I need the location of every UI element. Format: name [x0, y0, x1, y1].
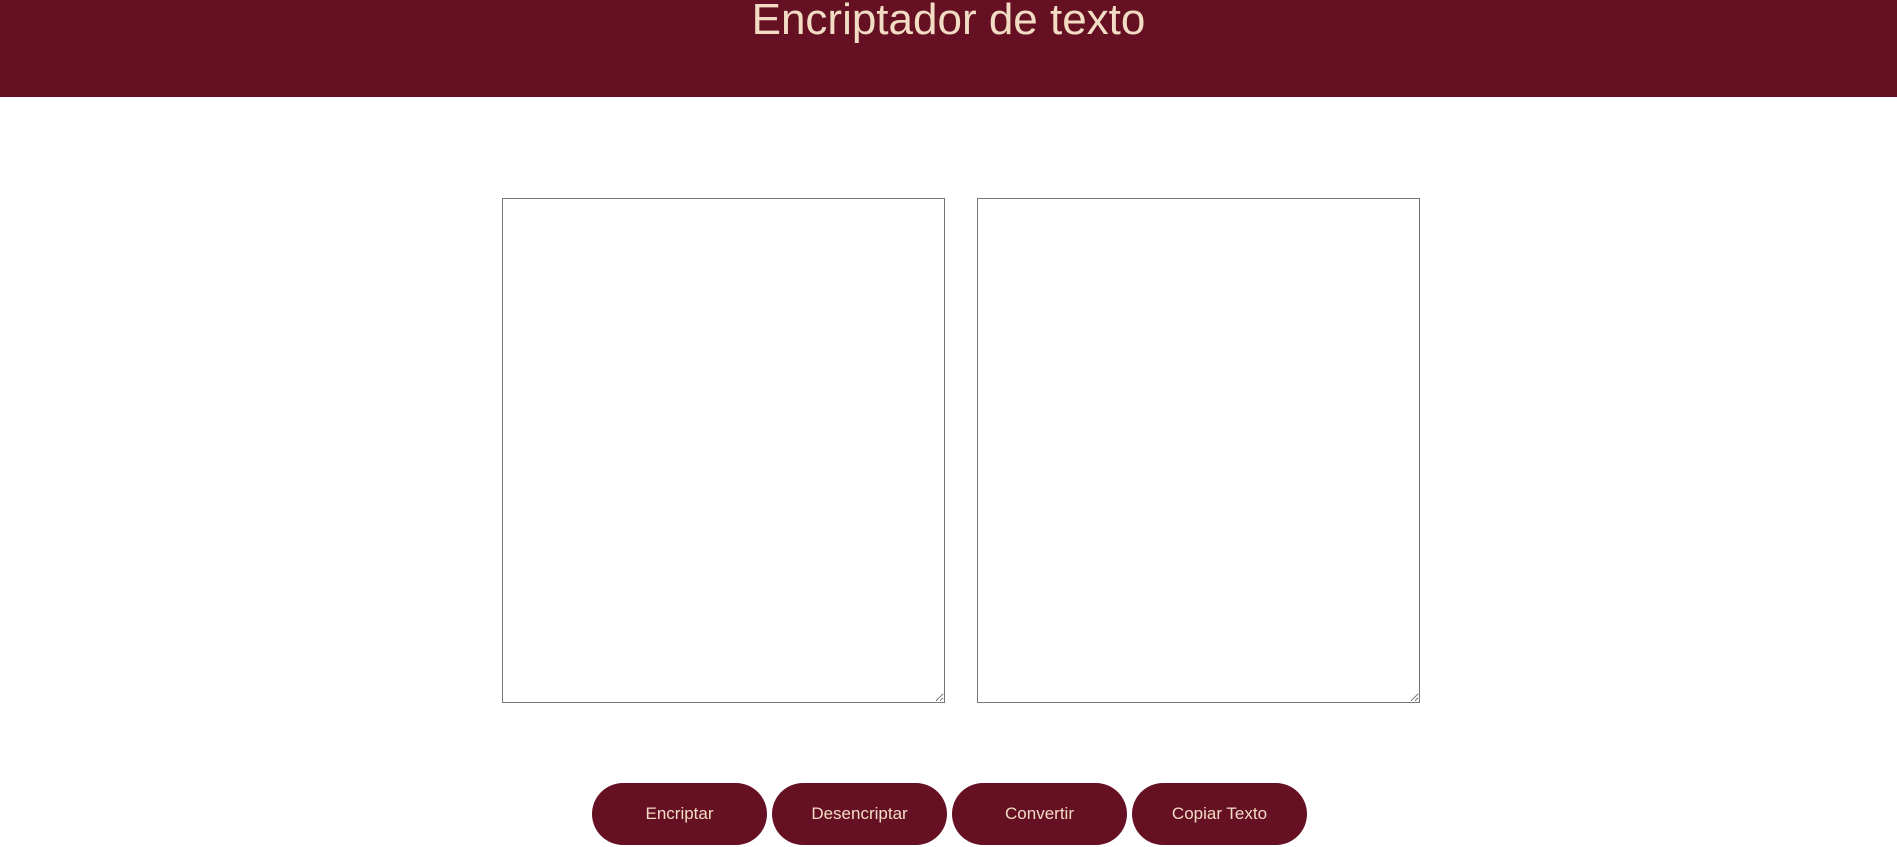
input-textarea[interactable] [502, 198, 945, 703]
copy-text-button[interactable]: Copiar Texto [1132, 783, 1307, 845]
convert-button[interactable]: Convertir [952, 783, 1127, 845]
output-textarea[interactable] [977, 198, 1420, 703]
decrypt-button[interactable]: Desencriptar [772, 783, 947, 845]
page-title: Encriptador de texto [751, 0, 1146, 44]
encrypt-button[interactable]: Encriptar [592, 783, 767, 845]
page-header: Encriptador de texto [0, 0, 1897, 97]
